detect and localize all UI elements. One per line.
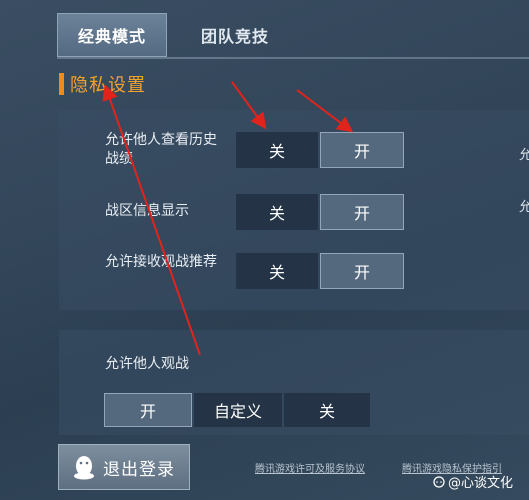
tab-divider [57,57,529,59]
spectate-custom-button[interactable]: 自定义 [194,393,282,427]
cutoff-label-right-1: 允 [519,148,529,163]
section-header: 隐私设置 [59,70,146,98]
spectate-recommend-off-button[interactable]: 关 [236,253,318,289]
license-agreement-link[interactable]: 腾讯游戏许可及服务协议 [255,460,365,475]
section-title: 隐私设置 [70,75,146,96]
row-label-zone-info: 战区信息显示 [105,203,189,219]
history-record-off-button[interactable]: 关 [236,132,318,168]
mode-tabs: 经典模式 团队竞技 [0,0,529,64]
cutoff-label-right-2: 允 [519,200,529,215]
spectate-recommend-on-button[interactable]: 开 [320,253,404,289]
spectate-on-button[interactable]: 开 [104,393,192,427]
tab-classic-mode[interactable]: 经典模式 [57,13,167,57]
zone-info-off-button[interactable]: 关 [236,194,318,230]
section-accent-bar [59,73,64,95]
logout-label: 退出登录 [103,459,175,480]
zone-info-on-button[interactable]: 开 [320,194,404,230]
chat-bubble-icon [433,475,445,488]
qq-penguin-icon [74,456,94,480]
row-label-spectate-recommend: 允许接收观战推荐 [105,254,217,270]
row-label-allow-spectate: 允许他人观战 [105,356,189,372]
watermark: @心谈文化 [433,472,513,491]
spectate-off-button[interactable]: 关 [284,393,370,427]
watermark-text: @心谈文化 [448,476,514,491]
row-label-history-record: 允许他人查看历史战绩 [105,132,217,167]
history-record-on-button[interactable]: 开 [320,132,404,168]
logout-button[interactable]: 退出登录 [58,444,190,490]
tab-team-deathmatch[interactable]: 团队竞技 [180,13,290,57]
